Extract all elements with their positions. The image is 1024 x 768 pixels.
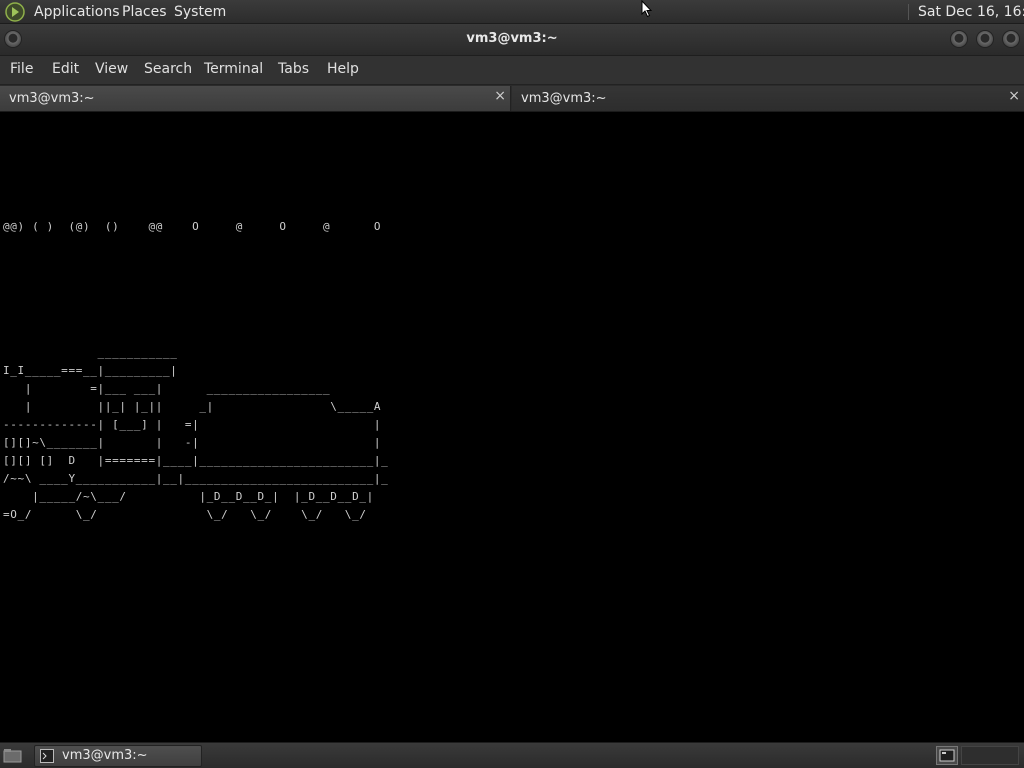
tab-label: vm3@vm3:~ bbox=[9, 91, 95, 106]
tab-close-icon[interactable]: × bbox=[494, 88, 506, 104]
taskbar-window-label: vm3@vm3:~ bbox=[62, 748, 148, 763]
panel-separator bbox=[908, 4, 909, 20]
tab-bar: vm3@vm3:~ × vm3@vm3:~ × bbox=[0, 85, 1024, 112]
clock[interactable]: Sat Dec 16, 16:09 bbox=[918, 4, 1024, 20]
menu-tabs[interactable]: Tabs bbox=[278, 61, 309, 77]
menu-file[interactable]: File bbox=[10, 61, 33, 77]
menu-view[interactable]: View bbox=[95, 61, 128, 77]
places-menu[interactable]: Places bbox=[122, 4, 167, 20]
system-menu[interactable]: System bbox=[174, 4, 226, 20]
menubar: File Edit View Search Terminal Tabs Help bbox=[0, 56, 1024, 85]
window-title: vm3@vm3:~ bbox=[466, 31, 558, 46]
tab-close-icon[interactable]: × bbox=[1008, 88, 1020, 104]
close-icon[interactable] bbox=[1003, 31, 1019, 47]
tab-2[interactable]: vm3@vm3:~ × bbox=[512, 86, 1024, 111]
window-titlebar[interactable]: vm3@vm3:~ bbox=[0, 24, 1024, 56]
menu-terminal[interactable]: Terminal bbox=[204, 61, 263, 77]
mouse-pointer-icon bbox=[641, 0, 653, 18]
maximize-icon[interactable] bbox=[977, 31, 993, 47]
menu-help[interactable]: Help bbox=[327, 61, 359, 77]
terminal-icon bbox=[40, 749, 54, 763]
menu-edit[interactable]: Edit bbox=[52, 61, 79, 77]
applications-menu[interactable]: Applications bbox=[34, 4, 120, 20]
terminal-output: @@) ( ) (@) () @@ O @ O @ O ___________ … bbox=[3, 220, 389, 521]
workspace-switcher-1[interactable] bbox=[936, 746, 958, 765]
taskbar-window-button[interactable]: vm3@vm3:~ bbox=[34, 745, 202, 767]
terminal-view[interactable]: @@) ( ) (@) () @@ O @ O @ O ___________ … bbox=[0, 112, 1024, 742]
top-panel: Applications Places System Sat Dec 16, 1… bbox=[0, 0, 1024, 24]
tab-label: vm3@vm3:~ bbox=[521, 91, 607, 106]
gnome-foot-icon[interactable] bbox=[5, 2, 26, 22]
tab-1[interactable]: vm3@vm3:~ × bbox=[0, 86, 511, 111]
workspace-switcher-2[interactable] bbox=[961, 746, 1019, 765]
show-desktop-icon[interactable] bbox=[3, 748, 23, 764]
minimize-icon[interactable] bbox=[951, 31, 967, 47]
bottom-panel: vm3@vm3:~ bbox=[0, 742, 1024, 768]
menu-search[interactable]: Search bbox=[144, 61, 192, 77]
